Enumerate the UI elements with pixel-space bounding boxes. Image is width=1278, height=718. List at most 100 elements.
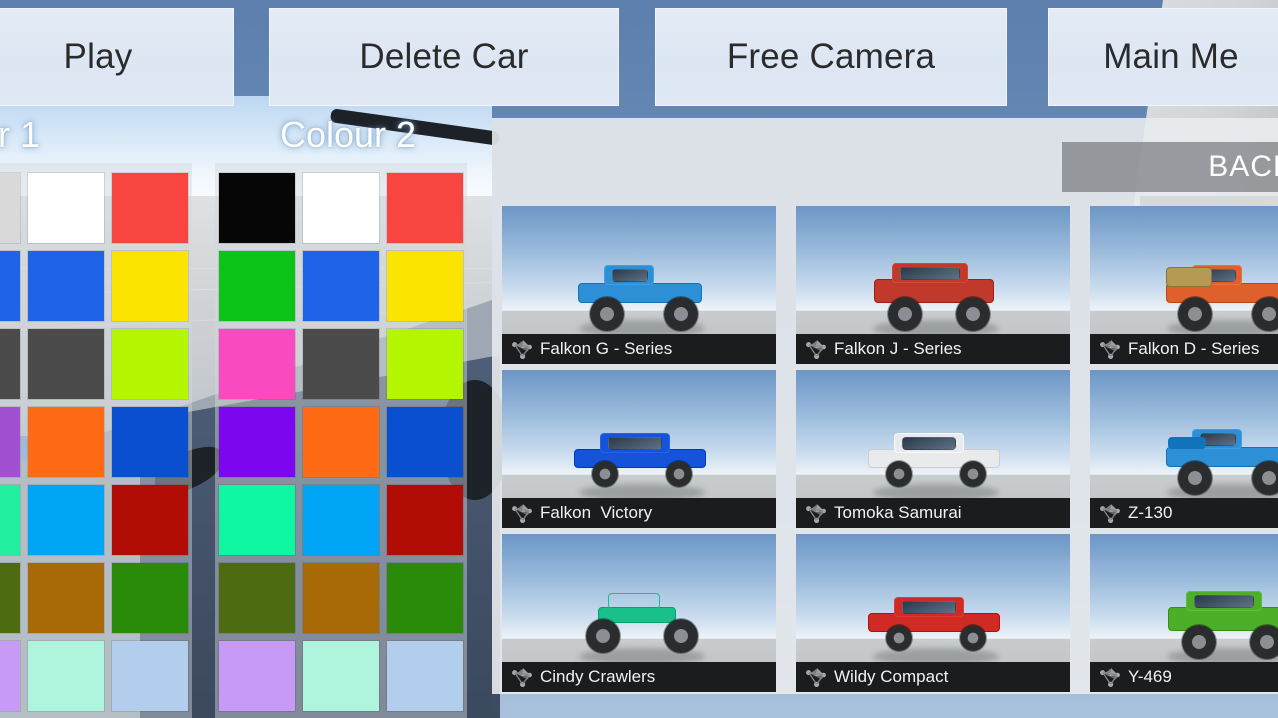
car-label: Falkon G - Series	[502, 334, 776, 364]
car-card[interactable]: Tomoka Samurai	[796, 370, 1070, 528]
colour-swatch[interactable]	[303, 485, 379, 555]
colour-swatch[interactable]	[28, 173, 104, 243]
car-label: Z-130	[1090, 498, 1278, 528]
car-name: Falkon Victory	[540, 503, 652, 523]
main-menu-button-label: Main Me	[1103, 37, 1239, 77]
car-card[interactable]: Y-469	[1090, 534, 1278, 692]
car-selection-panel: BACK Falkon G - SeriesFalkon J - SeriesF…	[492, 118, 1278, 694]
colour-swatch[interactable]	[112, 329, 188, 399]
play-button-label: Play	[64, 37, 133, 77]
colour-1-title: lour 1	[0, 114, 40, 156]
delete-car-button-label: Delete Car	[359, 37, 528, 77]
car-label: Falkon J - Series	[796, 334, 1070, 364]
back-button-label: BACK	[1208, 150, 1278, 184]
colour-swatch[interactable]	[112, 173, 188, 243]
colour-swatch[interactable]	[303, 173, 379, 243]
colour-swatch[interactable]	[0, 485, 20, 555]
colour-swatch[interactable]	[219, 407, 295, 477]
colour-swatch[interactable]	[219, 641, 295, 711]
colour-swatch[interactable]	[0, 173, 20, 243]
car-label: Falkon D - Series	[1090, 334, 1278, 364]
mesh-icon	[1098, 338, 1122, 360]
delete-car-button[interactable]: Delete Car	[269, 8, 619, 106]
vehicle-graphic	[1152, 585, 1278, 647]
colour-swatch[interactable]	[303, 563, 379, 633]
car-card[interactable]: Falkon D - Series	[1090, 206, 1278, 364]
colour-swatch[interactable]	[219, 485, 295, 555]
colour-swatch[interactable]	[0, 251, 20, 321]
car-card[interactable]: Cindy Crawlers	[502, 534, 776, 692]
colour-swatch[interactable]	[28, 329, 104, 399]
colour-2-title: Colour 2	[280, 114, 416, 156]
colour-swatch[interactable]	[387, 329, 463, 399]
car-card[interactable]: Falkon G - Series	[502, 206, 776, 364]
colour-2-palette[interactable]	[215, 163, 467, 718]
colour-swatch[interactable]	[28, 251, 104, 321]
car-name: Tomoka Samurai	[834, 503, 962, 523]
car-name: Cindy Crawlers	[540, 667, 655, 687]
colour-swatch[interactable]	[303, 329, 379, 399]
car-card[interactable]: Falkon J - Series	[796, 206, 1070, 364]
colour-swatch[interactable]	[387, 173, 463, 243]
colour-swatch[interactable]	[219, 173, 295, 243]
main-menu-button[interactable]: Main Me	[1048, 8, 1278, 106]
mesh-icon	[510, 502, 534, 524]
colour-swatch[interactable]	[112, 407, 188, 477]
colour-swatch[interactable]	[112, 485, 188, 555]
vehicle-graphic	[858, 421, 1008, 483]
colour-swatch[interactable]	[28, 563, 104, 633]
mesh-icon	[510, 666, 534, 688]
colour-swatch[interactable]	[112, 563, 188, 633]
colour-swatch[interactable]	[219, 563, 295, 633]
colour-swatch[interactable]	[0, 563, 20, 633]
vehicle-graphic	[564, 585, 714, 647]
car-label: Cindy Crawlers	[502, 662, 776, 692]
vehicle-graphic	[858, 585, 1008, 647]
colour-swatch[interactable]	[303, 407, 379, 477]
play-button[interactable]: Play	[0, 8, 234, 106]
colour-swatch[interactable]	[387, 563, 463, 633]
mesh-icon	[804, 666, 828, 688]
colour-swatch[interactable]	[28, 407, 104, 477]
colour-swatch[interactable]	[387, 485, 463, 555]
colour-swatch[interactable]	[303, 641, 379, 711]
toolbar: Play Delete Car Free Camera Main Me	[0, 0, 1278, 110]
car-card[interactable]: Falkon Victory	[502, 370, 776, 528]
car-card[interactable]: Z-130	[1090, 370, 1278, 528]
game-screen: lour 1 Colour 2 Play Delete Car Free Cam…	[0, 0, 1278, 718]
colour-1-palette[interactable]	[0, 163, 192, 718]
car-name: Z-130	[1128, 503, 1172, 523]
vehicle-graphic	[1152, 257, 1278, 319]
back-button[interactable]: BACK	[1062, 142, 1278, 192]
colour-swatch[interactable]	[112, 251, 188, 321]
colour-swatch[interactable]	[387, 251, 463, 321]
colour-swatch[interactable]	[28, 485, 104, 555]
mesh-icon	[1098, 666, 1122, 688]
vehicle-graphic	[1152, 421, 1278, 483]
free-camera-button[interactable]: Free Camera	[655, 8, 1007, 106]
colour-swatch[interactable]	[387, 641, 463, 711]
colour-swatch[interactable]	[28, 641, 104, 711]
free-camera-button-label: Free Camera	[727, 37, 935, 77]
colour-swatch[interactable]	[219, 251, 295, 321]
car-card[interactable]: Wildy Compact	[796, 534, 1070, 692]
colour-swatch[interactable]	[387, 407, 463, 477]
vehicle-graphic	[858, 257, 1008, 319]
colour-swatch[interactable]	[219, 329, 295, 399]
colour-swatch[interactable]	[112, 641, 188, 711]
car-grid: Falkon G - Series Falkon J - Series Falkon…	[502, 206, 1278, 694]
mesh-icon	[804, 502, 828, 524]
car-name: Falkon G - Series	[540, 339, 672, 359]
car-name: Wildy Compact	[834, 667, 948, 687]
colour-swatch[interactable]	[0, 641, 20, 711]
car-label: Y-469	[1090, 662, 1278, 692]
mesh-icon	[510, 338, 534, 360]
car-name: Falkon J - Series	[834, 339, 962, 359]
colour-swatch[interactable]	[0, 329, 20, 399]
mesh-icon	[1098, 502, 1122, 524]
vehicle-graphic	[564, 421, 714, 483]
mesh-icon	[804, 338, 828, 360]
car-name: Falkon D - Series	[1128, 339, 1259, 359]
colour-swatch[interactable]	[0, 407, 20, 477]
colour-swatch[interactable]	[303, 251, 379, 321]
